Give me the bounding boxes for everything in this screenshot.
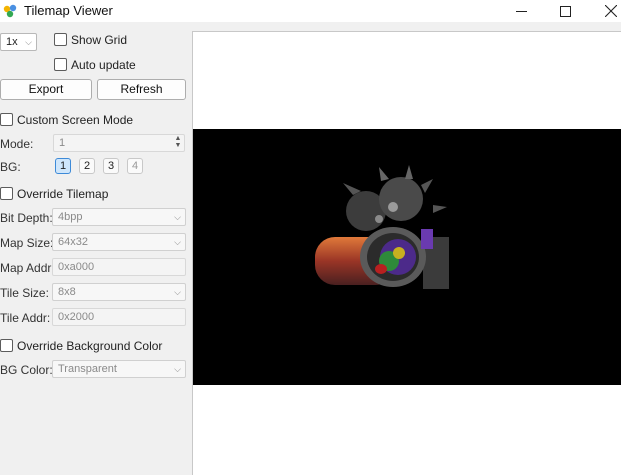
show-grid-label: Show Grid	[71, 33, 128, 47]
map-addr-field[interactable]: 0xa000	[52, 258, 186, 276]
bg-button-4[interactable]: 4	[127, 158, 143, 174]
map-size-value: 64x32	[58, 236, 88, 248]
tilemap-canvas[interactable]	[192, 31, 621, 475]
minimize-button[interactable]	[498, 0, 544, 22]
bit-depth-label: Bit Depth:	[0, 211, 53, 225]
refresh-button[interactable]: Refresh	[97, 79, 186, 100]
map-addr-label: Map Addr:	[0, 261, 55, 275]
override-tilemap-label: Override Tilemap	[17, 187, 109, 201]
chevron-down-icon: ⌵	[174, 364, 181, 374]
show-grid-checkbox[interactable]	[54, 33, 67, 46]
zoom-select[interactable]: 1x ⌵	[0, 33, 37, 51]
tile-size-value: 8x8	[58, 286, 76, 298]
bg-button-1[interactable]: 1	[55, 158, 71, 174]
bg-button-2[interactable]: 2	[79, 158, 95, 174]
bg-color-label: BG Color:	[0, 363, 53, 377]
mode-spinbox[interactable]: 1	[53, 134, 185, 152]
override-tilemap-checkbox[interactable]	[0, 187, 13, 200]
window-title: Tilemap Viewer	[24, 3, 113, 18]
tile-addr-label: Tile Addr:	[0, 311, 51, 325]
app-icon	[3, 4, 17, 18]
bg-label: BG:	[0, 160, 21, 174]
bit-depth-value: 4bpp	[58, 211, 83, 223]
bg-color-value: Transparent	[58, 363, 117, 375]
tile-size-label: Tile Size:	[0, 286, 49, 300]
spin-arrows-icon[interactable]: ▲ ▼	[172, 135, 184, 151]
custom-screen-mode-checkbox[interactable]	[0, 113, 13, 126]
bg-button-3[interactable]: 3	[103, 158, 119, 174]
bit-depth-select[interactable]: 4bpp ⌵	[52, 208, 186, 226]
zoom-value: 1x	[6, 36, 18, 48]
auto-update-label: Auto update	[71, 58, 136, 72]
chevron-down-icon: ⌵	[174, 212, 181, 222]
maximize-button[interactable]	[542, 0, 588, 22]
custom-screen-mode-label: Custom Screen Mode	[17, 113, 134, 127]
sprite-graphic	[315, 165, 449, 289]
tile-addr-value: 0x2000	[58, 311, 95, 323]
minimize-icon	[515, 10, 527, 12]
mode-label: Mode:	[0, 137, 34, 151]
map-addr-value: 0xa000	[58, 261, 95, 273]
override-bg-color-checkbox[interactable]	[0, 339, 13, 352]
title-bar: Tilemap Viewer	[0, 0, 621, 22]
map-size-label: Map Size:	[0, 236, 54, 250]
map-size-select[interactable]: 64x32 ⌵	[52, 233, 186, 251]
auto-update-checkbox[interactable]	[54, 58, 67, 71]
close-icon	[605, 5, 617, 17]
bg-color-select[interactable]: Transparent ⌵	[52, 360, 186, 378]
chevron-down-icon: ⌵	[25, 37, 32, 47]
sidebar-panel: 1x ⌵ Show Grid Auto update Export Refres…	[0, 22, 192, 475]
override-bg-color-label: Override Background Color	[17, 339, 163, 353]
maximize-icon	[559, 5, 571, 17]
chevron-down-icon: ⌵	[174, 287, 181, 297]
export-button[interactable]: Export	[0, 79, 92, 100]
close-button[interactable]	[588, 0, 621, 22]
chevron-down-icon: ⌵	[174, 237, 181, 247]
tile-addr-field[interactable]: 0x2000	[52, 308, 186, 326]
tile-size-select[interactable]: 8x8 ⌵	[52, 283, 186, 301]
mode-value: 1	[59, 137, 66, 149]
tilemap-image	[193, 129, 621, 385]
